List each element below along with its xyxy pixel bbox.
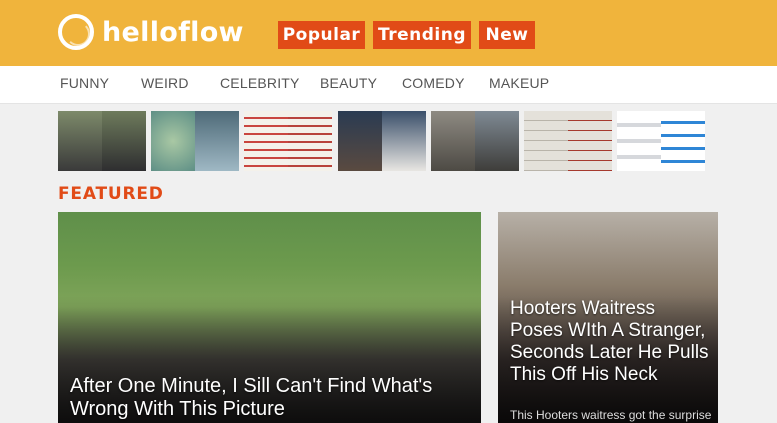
logo-text: helloflow (102, 16, 244, 48)
site-header: helloflow Popular Trending New (0, 0, 777, 66)
logo-ring-icon (58, 14, 94, 50)
thumbnail-image[interactable] (58, 111, 146, 171)
thumbnail-image[interactable] (151, 111, 239, 171)
nav-item-celebrity[interactable]: CELEBRITY (220, 75, 300, 91)
nav-item-makeup[interactable]: MAKEUP (489, 75, 549, 91)
nav-item-funny[interactable]: FUNNY (60, 75, 109, 91)
category-nav: FUNNY WEIRD CELEBRITY BEAUTY COMEDY MAKE… (0, 66, 777, 104)
featured-main-title[interactable]: After One Minute, I Sill Can't Find What… (70, 375, 470, 421)
site-logo[interactable]: helloflow (58, 14, 244, 50)
featured-side-subtitle: This Hooters waitress got the surprise (510, 408, 712, 422)
thumbnail-image[interactable] (431, 111, 519, 171)
thumbnail-image[interactable] (338, 111, 426, 171)
nav-item-weird[interactable]: WEIRD (141, 75, 189, 91)
thumbnail-image[interactable] (617, 111, 705, 171)
featured-card-side[interactable]: Hooters Waitress Poses WIth A Stranger, … (498, 212, 718, 423)
nav-item-beauty[interactable]: BEAUTY (320, 75, 377, 91)
new-button[interactable]: New (479, 21, 535, 49)
popular-button[interactable]: Popular (278, 21, 365, 49)
featured-side-title[interactable]: Hooters Waitress Poses WIth A Stranger, … (510, 298, 710, 386)
thumbnail-image[interactable] (524, 111, 612, 171)
section-title: FEATURED (58, 184, 164, 204)
featured-card-main[interactable]: After One Minute, I Sill Can't Find What… (58, 212, 481, 423)
trending-button[interactable]: Trending (373, 21, 471, 49)
thumbnail-image[interactable] (244, 111, 332, 171)
nav-item-comedy[interactable]: COMEDY (402, 75, 465, 91)
